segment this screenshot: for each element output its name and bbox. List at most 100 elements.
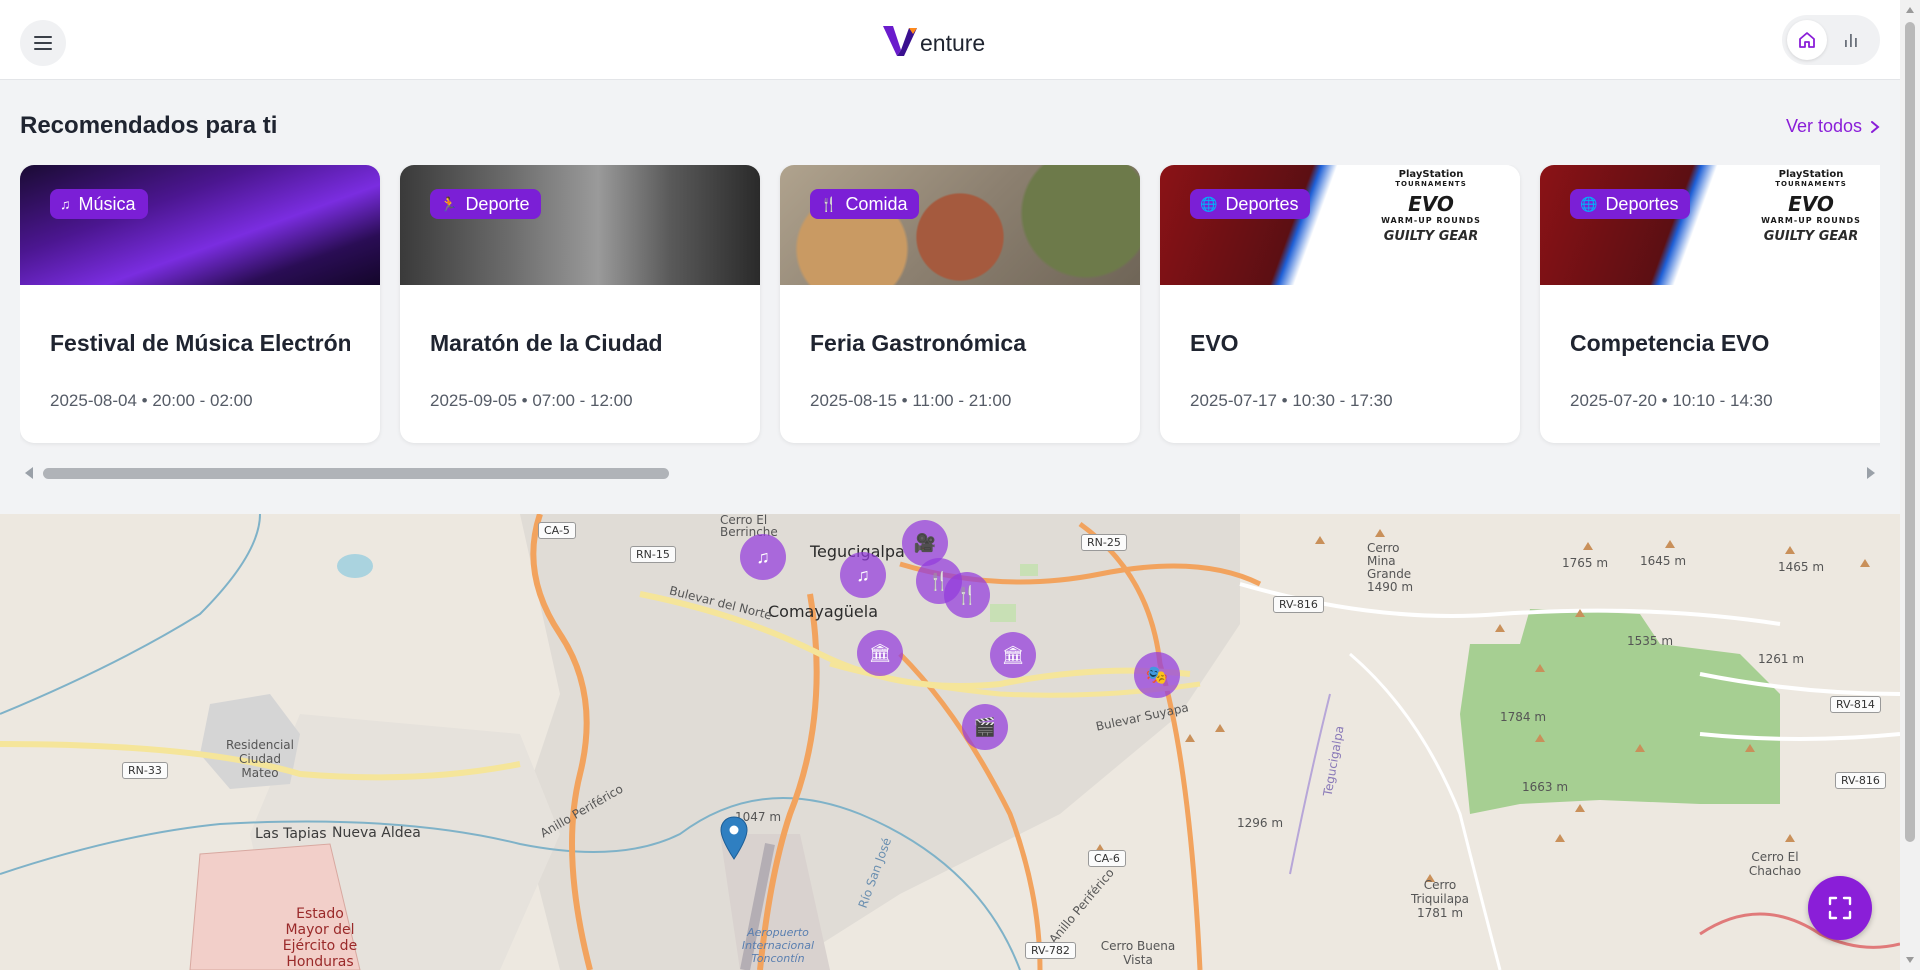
scroll-left-arrow-icon[interactable]: [25, 467, 33, 479]
music-note-icon: ♫: [756, 546, 770, 567]
evo-banner: PlayStation TOURNAMENTS EVO WARM-UP ROUND…: [1356, 169, 1506, 244]
fork-knife-icon: 🍴: [820, 195, 838, 212]
road-shield-rn15: RN-15: [630, 546, 676, 563]
category-label: Música: [78, 193, 136, 214]
logo-v-icon: [883, 26, 917, 56]
event-marker[interactable]: 🍴: [944, 572, 990, 618]
page-scrollbar-thumb[interactable]: [1905, 22, 1915, 842]
event-date: 2025-07-17 • 10:30 - 17:30: [1190, 391, 1393, 410]
banner-brand: PlayStation: [1778, 169, 1844, 180]
map-label-elev-1465: 1465 m: [1778, 560, 1825, 574]
banner-sub: TOURNAMENTS: [1395, 180, 1467, 188]
page-scrollbar[interactable]: [1900, 0, 1920, 970]
music-note-icon: ♫: [856, 564, 870, 585]
theater-icon: 🎭: [1145, 664, 1169, 685]
map-label-elev-1765: 1765 m: [1562, 556, 1609, 570]
menu-button[interactable]: [20, 20, 66, 66]
app-logo[interactable]: enture: [882, 24, 985, 58]
section-title: Recomendados para ti: [20, 112, 278, 139]
map-label-elev-1535: 1535 m: [1627, 634, 1674, 648]
event-card[interactable]: PlayStation TOURNAMENTS EVO WARM-UP ROUND…: [1160, 165, 1520, 443]
scroll-up-arrow-icon[interactable]: [1906, 7, 1914, 13]
road-shield-ca5: CA-5: [538, 522, 576, 539]
banner-line: WARM-UP ROUNDS: [1381, 216, 1481, 225]
fullscreen-button[interactable]: [1808, 876, 1872, 940]
film-icon: 🎬: [973, 716, 997, 737]
map-label-elev-1663: 1663 m: [1522, 780, 1569, 794]
road-shield-rn33: RN-33: [122, 762, 168, 779]
bar-chart-icon: [1845, 34, 1857, 47]
road-shield-ca6: CA-6: [1088, 850, 1126, 867]
event-marker[interactable]: 🎬: [962, 704, 1008, 750]
map-label-cerro-el-chachao: Cerro El Chachao: [1748, 850, 1802, 878]
road-shield-rn25: RN-25: [1081, 534, 1127, 551]
see-all-label: Ver todos: [1785, 116, 1862, 136]
event-marker[interactable]: 🎭: [1134, 652, 1180, 698]
map-label-comayaguela: Comayagüela: [768, 602, 879, 621]
banner-game: GUILTY GEAR: [1383, 229, 1479, 244]
app-header: enture: [0, 0, 1900, 80]
road-shield-rv816-north: RV-816: [1273, 596, 1324, 613]
scrollbar-thumb[interactable]: [43, 468, 669, 479]
category-label: Deportes: [1605, 193, 1679, 214]
location-pin-icon[interactable]: [719, 816, 749, 860]
carousel-scrollbar[interactable]: [20, 464, 1880, 482]
logo-text: enture: [920, 30, 986, 56]
category-label: Comida: [845, 193, 908, 214]
camera-icon: 🎥: [913, 532, 937, 553]
event-date: 2025-09-05 • 07:00 - 12:00: [430, 391, 633, 410]
map-label-elev-1261: 1261 m: [1758, 652, 1805, 666]
category-tag: 🏃 Deporte: [430, 189, 542, 219]
map-label-estado-mayor: Estado Mayor del Ejército de Honduras: [282, 906, 358, 970]
map-label-cerro-triquilapa: Cerro Triquilapa 1781 m: [1410, 878, 1470, 920]
chevron-right-icon: [1871, 120, 1880, 133]
map-label-cerro-el-berrinche: Cerro El Berrinche: [720, 514, 778, 539]
event-marker[interactable]: 🏛: [990, 632, 1036, 678]
map-label-elev-1645: 1645 m: [1640, 554, 1687, 568]
home-view-button[interactable]: [1787, 20, 1827, 60]
see-all-link[interactable]: Ver todos: [1786, 116, 1880, 137]
banner-logo: EVO: [1408, 192, 1454, 216]
map-label-nueva-aldea: Nueva Aldea: [332, 825, 421, 841]
event-card[interactable]: PlayStation TOURNAMENTS EVO WARM-UP ROUND…: [1540, 165, 1880, 443]
globe-icon: 🌐: [1200, 195, 1218, 212]
banner-logo: EVO: [1788, 192, 1834, 216]
map-label-las-tapias: Las Tapias: [255, 826, 327, 842]
event-date: 2025-07-20 • 10:10 - 14:30: [1570, 391, 1773, 410]
banner-game: GUILTY GEAR: [1763, 229, 1859, 244]
event-title: Competencia EVO: [1570, 330, 1770, 356]
event-marker[interactable]: ♫: [740, 534, 786, 580]
banner-sub: TOURNAMENTS: [1775, 180, 1847, 188]
map-label-airport: Aeropuerto Internacional Toncontín: [741, 926, 815, 965]
fullscreen-icon: [1828, 896, 1852, 920]
event-card[interactable]: 🏃 Deporte Maratón de la Ciudad 2025-09-0…: [400, 165, 760, 443]
event-date: 2025-08-15 • 11:00 - 21:00: [810, 391, 1012, 410]
running-icon: 🏃: [440, 195, 458, 212]
event-image: PlayStation TOURNAMENTS EVO WARM-UP ROUND…: [1160, 165, 1520, 285]
category-tag: 🌐 Deportes: [1570, 189, 1691, 219]
recommended-carousel[interactable]: ♫ Música Festival de Música Electrónica …: [20, 165, 1880, 450]
category-tag: 🌐 Deportes: [1190, 189, 1311, 219]
view-switcher: [1782, 15, 1880, 65]
food-icon: 🍴: [955, 584, 979, 605]
evo-banner: PlayStation TOURNAMENTS EVO WARM-UP ROUND…: [1736, 169, 1880, 244]
hamburger-menu-icon: [34, 36, 52, 50]
event-card[interactable]: ♫ Música Festival de Música Electrónica …: [20, 165, 380, 443]
scroll-right-arrow-icon[interactable]: [1867, 467, 1875, 479]
events-map[interactable]: Tegucigalpa Comayagüela Las Tapias Nueva…: [0, 514, 1900, 970]
museum-icon: 🏛: [1001, 644, 1025, 665]
home-icon: [1799, 32, 1815, 48]
music-note-icon: ♫: [60, 196, 71, 212]
event-image: 🏃 Deporte: [400, 165, 760, 285]
event-image: ♫ Música: [20, 165, 380, 285]
event-marker[interactable]: 🏛: [857, 630, 903, 676]
museum-icon: 🏛: [868, 642, 892, 663]
category-label: Deportes: [1225, 193, 1299, 214]
event-marker[interactable]: ♫: [840, 552, 886, 598]
event-image: PlayStation TOURNAMENTS EVO WARM-UP ROUND…: [1540, 165, 1880, 285]
scroll-down-arrow-icon[interactable]: [1906, 957, 1914, 963]
stats-view-button[interactable]: [1831, 20, 1871, 60]
map-label-elev-1296: 1296 m: [1237, 816, 1284, 830]
event-card[interactable]: 🍴 Comida Feria Gastronómica 2025-08-15 •…: [780, 165, 1140, 443]
road-shield-rv816-east: RV-816: [1835, 772, 1886, 789]
